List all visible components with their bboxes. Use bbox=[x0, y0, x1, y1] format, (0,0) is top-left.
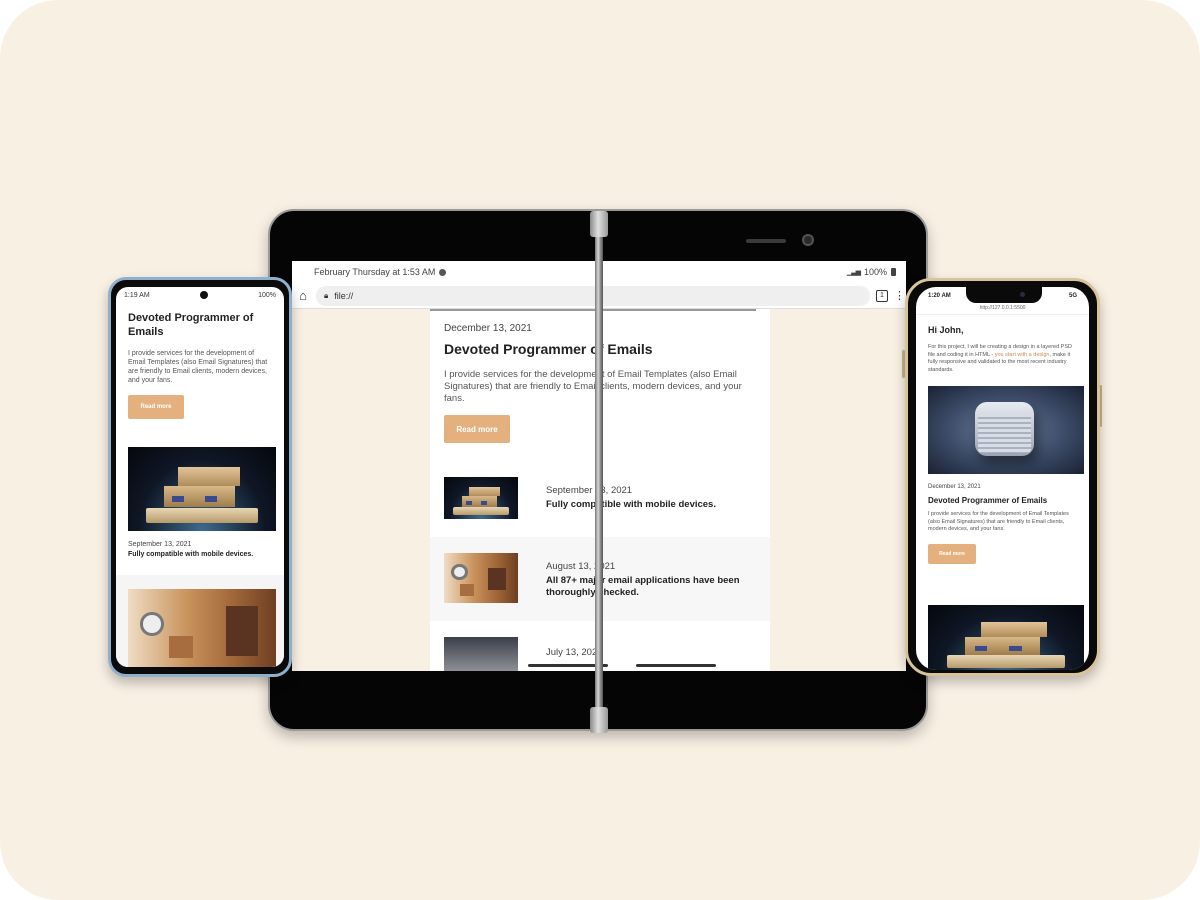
android-phone: 1:19 AM 100% Devoted Programmer of Email… bbox=[108, 277, 292, 677]
list-item[interactable] bbox=[116, 575, 284, 667]
hero-title: Devoted Programmer of Emails bbox=[444, 341, 653, 357]
read-more-button[interactable]: Read more bbox=[444, 415, 510, 443]
hero-text: I provide services for the development o… bbox=[928, 511, 1069, 532]
house-model-image bbox=[444, 477, 518, 519]
network-type: 5G bbox=[1068, 293, 1077, 299]
status-time: 1:19 AM bbox=[124, 291, 150, 299]
lock-icon: 🔒︎ bbox=[324, 290, 329, 300]
battery-level: 100% bbox=[863, 267, 887, 277]
battery-icon bbox=[891, 268, 896, 276]
menu-dots-icon[interactable]: ⋮ bbox=[894, 289, 905, 302]
device-hinge bbox=[590, 211, 608, 733]
house-model-image bbox=[928, 605, 1084, 670]
post-date: September 13, 2021 bbox=[128, 541, 192, 548]
post-title: All 87+ major email applications have be… bbox=[546, 575, 740, 598]
hero-date: December 13, 2021 bbox=[444, 323, 532, 334]
house-model-image bbox=[128, 447, 276, 531]
status-bar: 1:19 AM 100% bbox=[116, 287, 284, 303]
phone-screen: 1:19 AM 100% Devoted Programmer of Email… bbox=[116, 287, 284, 667]
address-bar[interactable]: http://127.0.0.1:5500 bbox=[916, 305, 1089, 315]
post-image bbox=[444, 637, 518, 671]
tab-switcher-button[interactable]: 1 bbox=[876, 289, 888, 302]
home-icon[interactable]: ⌂ bbox=[296, 288, 310, 303]
dual-screen-tablet: February Thursday at 1:53 AM ▁▃▅ 100% ⌂ … bbox=[268, 209, 928, 733]
camera-icon bbox=[802, 234, 814, 246]
signal-icon: ▁▃▅ bbox=[846, 269, 861, 276]
read-more-button[interactable]: Read more bbox=[928, 543, 976, 564]
greeting: Hi John, bbox=[928, 325, 964, 335]
status-datetime: February Thursday at 1:53 AM bbox=[314, 267, 436, 277]
status-time: 1:20 AM bbox=[928, 293, 951, 299]
intro-link[interactable]: you start with a design bbox=[995, 352, 1050, 358]
hero-title: Devoted Programmer of Emails bbox=[128, 312, 254, 338]
spotify-icon bbox=[439, 268, 447, 276]
nav-gesture-bar bbox=[636, 664, 716, 667]
app-cube-image bbox=[928, 386, 1084, 474]
read-more-button[interactable]: Read more bbox=[128, 395, 184, 419]
hero-date: December 13, 2021 bbox=[928, 484, 981, 490]
iphone: 1:20 AM 5G http://127.0.0.1:5500 Hi John… bbox=[905, 278, 1100, 676]
hero-text: I provide services for the development o… bbox=[128, 350, 268, 384]
hero-title: Devoted Programmer of Emails bbox=[928, 496, 1048, 505]
phone-screen: 1:20 AM 5G http://127.0.0.1:5500 Hi John… bbox=[916, 287, 1089, 670]
url-text: file:// bbox=[334, 290, 354, 301]
desk-objects-image bbox=[128, 589, 276, 667]
battery-level: 100% bbox=[258, 291, 276, 299]
intro-text: For this project, I will be creating a d… bbox=[928, 344, 1077, 374]
post-title: Fully compatible with mobile devices. bbox=[546, 499, 716, 510]
notch bbox=[966, 287, 1042, 303]
speaker-grille bbox=[746, 239, 786, 243]
desk-objects-image bbox=[444, 553, 518, 603]
post-title: Fully compatible with mobile devices. bbox=[128, 551, 254, 558]
camera-icon bbox=[199, 291, 208, 299]
